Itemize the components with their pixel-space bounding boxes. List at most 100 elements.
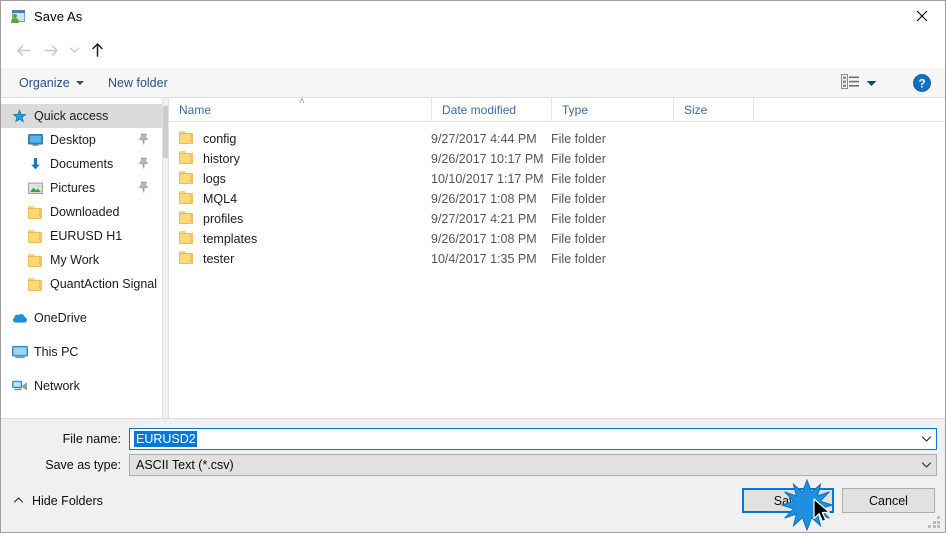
file-name-cell: tester <box>179 249 234 269</box>
pin-icon[interactable] <box>138 181 150 194</box>
cancel-button-label: Cancel <box>869 493 908 508</box>
chevron-down-icon[interactable] <box>916 429 936 449</box>
column-header-date-modified[interactable]: Date modified <box>431 98 551 121</box>
table-row[interactable]: profiles 9/27/2017 4:21 PM File folder <box>169 209 945 229</box>
documents-download-icon <box>27 156 44 172</box>
table-row[interactable]: tester 10/4/2017 1:35 PM File folder <box>169 249 945 269</box>
column-header-size[interactable]: Size <box>673 98 753 121</box>
view-options-button[interactable] <box>841 72 877 94</box>
sort-ascending-icon: ˄ <box>299 96 305 107</box>
sidebar-item-downloaded[interactable]: Downloaded <box>1 200 162 224</box>
file-type-cell: File folder <box>551 132 606 146</box>
sidebar-item-label: This PC <box>34 345 79 359</box>
sidebar-item-label: Pictures <box>50 181 96 195</box>
save-button-label: Save <box>773 493 803 508</box>
folder-icon <box>179 231 195 247</box>
column-header-type[interactable]: Type <box>551 98 673 121</box>
sidebar-item-quantaction-signal[interactable]: QuantAction Signal <box>1 272 162 296</box>
save-as-type-value: ASCII Text (*.csv) <box>136 458 234 472</box>
computer-icon <box>11 344 28 360</box>
cancel-button[interactable]: Cancel <box>842 488 935 513</box>
save-as-app-icon <box>10 9 26 25</box>
sidebar-item-label: Downloaded <box>50 205 120 219</box>
organize-button[interactable]: Organize <box>13 72 90 94</box>
hide-folders-button[interactable]: Hide Folders <box>13 494 103 508</box>
file-date-cell: 9/26/2017 10:17 PM <box>431 152 544 166</box>
folder-icon <box>27 228 44 244</box>
file-type-cell: File folder <box>551 232 606 246</box>
resize-grip[interactable] <box>928 516 941 529</box>
sidebar-item-label: Desktop <box>50 133 96 147</box>
sidebar-item-label: QuantAction Signal <box>50 277 158 291</box>
sidebar-item-desktop[interactable]: Desktop <box>1 128 162 152</box>
file-name-input[interactable]: EURUSD2 <box>129 428 937 450</box>
file-date-cell: 9/27/2017 4:44 PM <box>431 132 537 146</box>
title-bar: Save As <box>1 1 945 32</box>
sidebar-item-this-pc[interactable]: This PC <box>1 340 162 364</box>
window-title: Save As <box>34 9 83 24</box>
sidebar-item-onedrive[interactable]: OneDrive <box>1 306 162 330</box>
svg-text:?: ? <box>918 78 925 90</box>
file-type-cell: File folder <box>551 192 606 206</box>
file-name-cell: templates <box>179 229 257 249</box>
column-header-row: Name ˄ Date modified Type Size <box>169 96 945 122</box>
desktop-icon <box>27 132 44 148</box>
new-folder-label: New folder <box>108 76 168 90</box>
sidebar-item-my-work[interactable]: My Work <box>1 248 162 272</box>
file-type-cell: File folder <box>551 252 606 266</box>
splitter-grip[interactable] <box>163 106 168 158</box>
file-name-cell: MQL4 <box>179 189 237 209</box>
folder-icon <box>27 204 44 220</box>
pin-icon[interactable] <box>138 157 150 170</box>
help-icon[interactable]: ? <box>913 74 931 92</box>
folder-icon <box>179 191 195 207</box>
file-list: Name ˄ Date modified Type Size config 9/… <box>169 96 945 418</box>
chevron-down-icon[interactable] <box>916 455 936 475</box>
new-folder-button[interactable]: New folder <box>102 72 174 94</box>
file-name-cell: history <box>179 149 240 169</box>
table-row[interactable]: MQL4 9/26/2017 1:08 PM File folder <box>169 189 945 209</box>
save-as-type-select[interactable]: ASCII Text (*.csv) <box>129 454 937 476</box>
file-date-cell: 9/27/2017 4:21 PM <box>431 212 537 226</box>
view-options-chevron-down-icon[interactable] <box>866 76 877 90</box>
sidebar-item-quick-access[interactable]: Quick access <box>1 104 162 128</box>
folder-icon <box>179 211 195 227</box>
dialog-footer: File name: EURUSD2 Save as type: ASCII T… <box>1 418 945 532</box>
up-one-level-icon[interactable] <box>85 38 109 62</box>
dialog-body: Quick access Desktop Documents Pictures … <box>1 96 945 418</box>
pane-splitter[interactable] <box>162 98 169 418</box>
save-as-type-label: Save as type: <box>45 458 121 472</box>
sidebar-item-label: Documents <box>50 157 114 171</box>
sidebar-item-label: Quick access <box>34 109 109 123</box>
sidebar-item-eurusd-h1[interactable]: EURUSD H1 <box>1 224 162 248</box>
table-row[interactable]: logs 10/10/2017 1:17 PM File folder <box>169 169 945 189</box>
table-row[interactable]: templates 9/26/2017 1:08 PM File folder <box>169 229 945 249</box>
file-name-value[interactable]: EURUSD2 <box>134 431 197 447</box>
pictures-icon <box>27 180 44 196</box>
pin-icon[interactable] <box>138 133 150 146</box>
navigation-pane: Quick access Desktop Documents Pictures … <box>1 98 162 418</box>
file-date-cell: 10/4/2017 1:35 PM <box>431 252 537 266</box>
file-type-cell: File folder <box>551 212 606 226</box>
column-header-name[interactable]: Name ˄ <box>169 96 431 121</box>
save-button[interactable]: Save <box>742 488 834 513</box>
table-row[interactable]: config 9/27/2017 4:44 PM File folder <box>169 129 945 149</box>
recent-locations-chevron-down-icon[interactable] <box>65 38 83 62</box>
forward-icon[interactable] <box>39 38 63 62</box>
sidebar-item-label: Network <box>34 379 80 393</box>
table-row[interactable]: history 9/26/2017 10:17 PM File folder <box>169 149 945 169</box>
folder-icon <box>27 252 44 268</box>
sidebar-item-network[interactable]: Network <box>1 374 162 398</box>
back-icon[interactable] <box>11 38 35 62</box>
close-icon[interactable] <box>899 1 945 31</box>
file-type-cell: File folder <box>551 152 606 166</box>
command-bar: Organize New folder ? <box>1 68 945 98</box>
save-as-dialog: Save As Search 915566BA06ADA40756... Org… <box>0 0 946 533</box>
sidebar-item-pictures[interactable]: Pictures <box>1 176 162 200</box>
sidebar-item-documents[interactable]: Documents <box>1 152 162 176</box>
file-name-label: File name: <box>62 432 121 446</box>
chevron-up-icon <box>13 496 24 507</box>
folder-icon <box>179 151 195 167</box>
view-options-icon <box>841 74 860 92</box>
cloud-icon <box>11 310 28 326</box>
